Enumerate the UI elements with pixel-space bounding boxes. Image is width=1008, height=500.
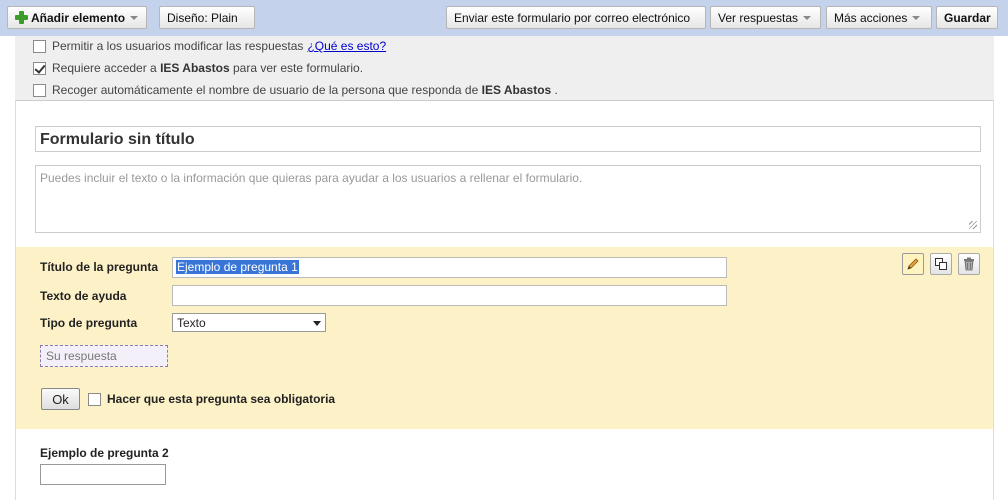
question2-input[interactable] [40, 464, 166, 485]
allow-modify-option: Permitir a los usuarios modificar las re… [33, 38, 386, 54]
require-login-checkbox[interactable] [33, 61, 46, 75]
allow-modify-label: Permitir a los usuarios modificar las re… [52, 39, 304, 53]
allow-modify-checkbox[interactable] [33, 39, 46, 53]
help-text-label: Texto de ayuda [40, 289, 127, 303]
require-login-post: para ver este formulario. [233, 61, 364, 75]
add-element-button[interactable]: Añadir elemento [7, 6, 147, 29]
required-label: Hacer que esta pregunta sea obligatoria [107, 392, 336, 406]
copy-icon [935, 258, 947, 270]
delete-question-button[interactable] [958, 253, 980, 275]
question-title-label: Título de la pregunta [40, 260, 159, 274]
chevron-down-icon [313, 321, 321, 326]
design-value: Plain [211, 10, 238, 25]
more-actions-label: Más acciones [834, 10, 908, 25]
form-editor: Formulario sin título Puedes incluir el … [15, 100, 994, 500]
resize-grip-icon[interactable] [969, 221, 977, 229]
chevron-down-icon [130, 16, 139, 20]
required-checkbox[interactable] [88, 392, 101, 406]
view-responses-button[interactable]: Ver respuestas [710, 6, 821, 29]
collect-user-option: Recoger automáticamente el nombre de usu… [33, 82, 558, 98]
send-email-label: Enviar este formulario por correo electr… [454, 10, 691, 25]
form-title-input[interactable]: Formulario sin título [35, 126, 981, 152]
send-email-button[interactable]: Enviar este formulario por correo electr… [446, 6, 706, 29]
toolbar: Añadir elemento Diseño: Plain Enviar est… [0, 0, 1008, 36]
form-options: Permitir a los usuarios modificar las re… [15, 36, 994, 100]
view-responses-label: Ver respuestas [718, 10, 799, 25]
require-login-pre: Requiere acceder a [52, 61, 157, 75]
question-editor: Título de la pregunta Ejemplo de pregunt… [16, 247, 993, 429]
pencil-icon [907, 258, 919, 270]
question-type-value: Texto [177, 316, 206, 330]
chevron-down-icon [912, 16, 921, 20]
duplicate-question-button[interactable] [930, 253, 952, 275]
question-type-label: Tipo de pregunta [40, 316, 138, 330]
ok-button[interactable]: Ok [41, 388, 80, 410]
question-type-select[interactable]: Texto [172, 313, 326, 332]
add-element-label: Añadir elemento [31, 10, 126, 25]
plus-icon [15, 11, 28, 24]
save-button[interactable]: Guardar [936, 6, 998, 29]
trash-icon [964, 257, 974, 271]
question-title-input[interactable]: Ejemplo de pregunta 1 [172, 257, 727, 278]
help-text-input[interactable] [172, 285, 727, 306]
more-actions-button[interactable]: Más acciones [826, 6, 932, 29]
require-login-option: Requiere acceder a IES Abastos para ver … [33, 60, 363, 76]
design-button[interactable]: Diseño: Plain [159, 6, 255, 29]
design-label: Diseño: [167, 10, 208, 25]
whats-this-link[interactable]: ¿Qué es esto? [307, 39, 386, 53]
collect-user-checkbox[interactable] [33, 83, 46, 97]
form-description-input[interactable]: Puedes incluir el texto o la información… [35, 165, 981, 233]
require-login-org: IES Abastos [160, 61, 230, 75]
required-option: Hacer que esta pregunta sea obligatoria [88, 392, 335, 406]
chevron-down-icon [803, 16, 812, 20]
collect-user-org: IES Abastos [481, 83, 552, 97]
question-title-value: Ejemplo de pregunta 1 [176, 260, 299, 274]
question2-label: Ejemplo de pregunta 2 [40, 446, 169, 460]
form-description-placeholder: Puedes incluir el texto o la información… [40, 171, 583, 185]
answer-preview: Su respuesta [40, 345, 168, 367]
collect-user-pre: Recoger automáticamente el nombre de usu… [52, 83, 479, 97]
collect-user-post: . [554, 83, 558, 97]
save-label: Guardar [944, 10, 991, 25]
edit-question-button[interactable] [902, 253, 924, 275]
